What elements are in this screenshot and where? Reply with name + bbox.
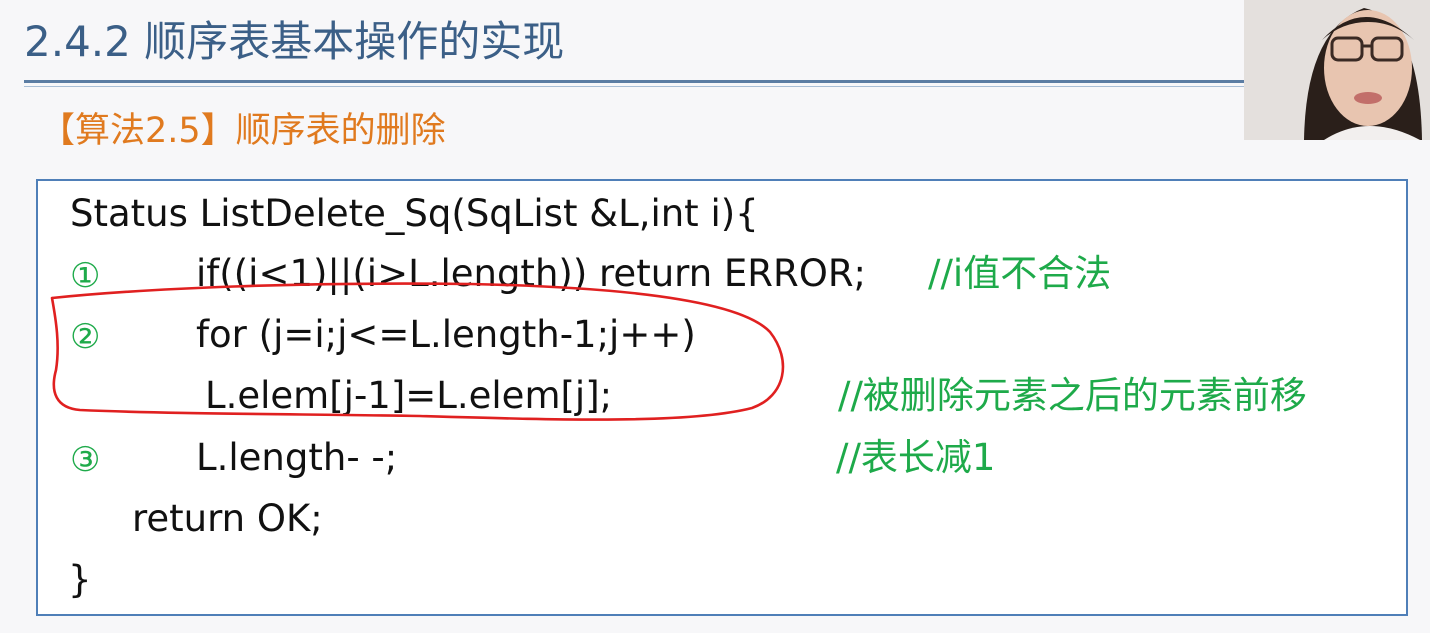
- code-line-closing-brace: }: [68, 558, 92, 601]
- step-marker-1: ①: [70, 256, 101, 296]
- presenter-webcam: [1244, 0, 1430, 140]
- comment-length-decrement: //表长减1: [836, 436, 996, 479]
- comment-shift-elements: //被删除元素之后的元素前移: [838, 374, 1307, 417]
- title-divider: [24, 80, 1244, 83]
- code-line-decrement: L.length- -;: [196, 436, 398, 479]
- title-divider-thin: [24, 86, 1244, 87]
- comment-invalid-i: //i值不合法: [928, 252, 1112, 295]
- algorithm-subtitle: 【算法2.5】顺序表的删除: [40, 111, 446, 151]
- presenter-image: [1244, 0, 1430, 140]
- code-line-signature: Status ListDelete_Sq(SqList &L,int i){: [70, 192, 759, 235]
- code-line-shift: L.elem[j-1]=L.elem[j];: [205, 374, 613, 417]
- code-line-return: return OK;: [132, 497, 323, 540]
- step-marker-2: ②: [70, 317, 101, 357]
- step-marker-3: ③: [70, 440, 101, 480]
- code-line-for-loop: for (j=i;j<=L.length-1;j++): [196, 313, 696, 356]
- slide-title: 2.4.2 顺序表基本操作的实现: [24, 17, 565, 66]
- code-line-bounds-check: if((i<1)||(i>L.length)) return ERROR;: [196, 252, 867, 295]
